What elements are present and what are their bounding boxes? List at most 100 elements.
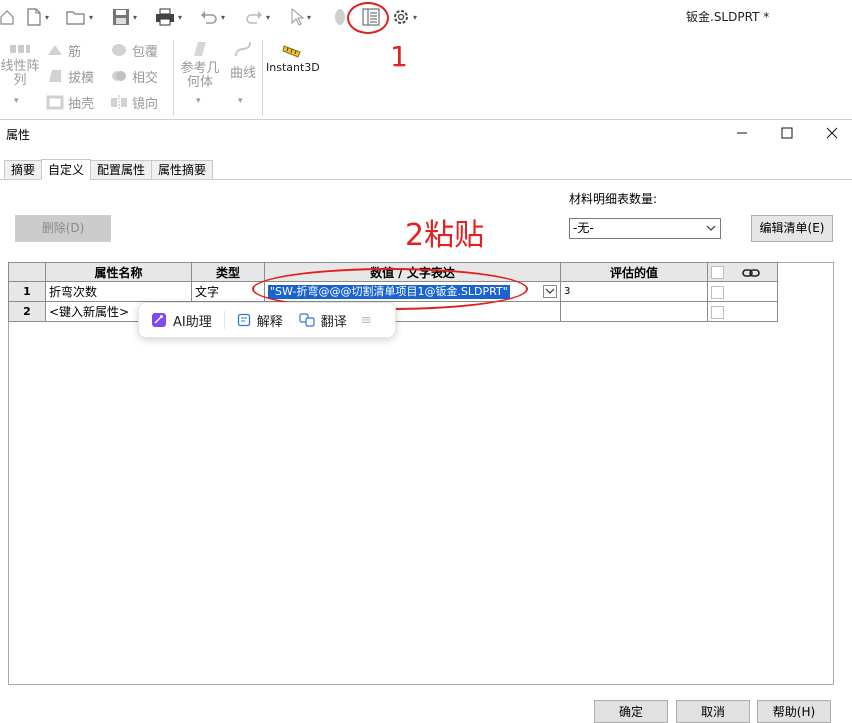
draft-button[interactable]: 拔模: [46, 64, 94, 88]
undo-icon[interactable]: ▾: [200, 6, 225, 28]
instant3d-label: Instant3D: [266, 61, 320, 74]
link-cell: [707, 301, 778, 322]
annotation-circle: [347, 2, 389, 34]
tab-summary[interactable]: 摘要: [4, 160, 43, 180]
popup-divider: [223, 311, 225, 329]
row-checkbox[interactable]: [711, 305, 724, 319]
evaluated-value-cell: [560, 301, 708, 322]
minimize-icon: [737, 132, 747, 134]
reference-geometry-icon: [194, 42, 206, 56]
shell-icon: [46, 95, 64, 110]
edit-list-button[interactable]: 编辑清单(E): [751, 215, 833, 242]
options-gear-icon[interactable]: ▾: [392, 6, 417, 28]
column-header-type[interactable]: 类型: [191, 262, 265, 282]
chevron-down-icon[interactable]: ▾: [307, 13, 311, 22]
chevron-down-icon[interactable]: ▾: [14, 96, 19, 106]
instant3d-button[interactable]: Instant3D: [266, 42, 320, 74]
bom-quantity-select[interactable]: -无-: [569, 218, 721, 239]
ai-selection-toolbar: AI助理 解释 翻译 ≡: [138, 302, 396, 338]
minimize-button[interactable]: [720, 120, 764, 146]
rebuild-icon[interactable]: [334, 6, 346, 28]
close-button[interactable]: [810, 120, 852, 146]
value-dropdown-button[interactable]: [543, 285, 557, 298]
wrap-icon: [112, 44, 126, 56]
mirror-icon: [111, 95, 127, 109]
select-all-checkbox[interactable]: [711, 266, 724, 279]
explain-button[interactable]: 解释: [237, 311, 283, 330]
document-title: 钣金.SLDPRT *: [686, 10, 770, 24]
chevron-down-icon[interactable]: ▾: [45, 13, 49, 22]
new-document-icon[interactable]: ▾: [26, 6, 49, 28]
chevron-down-icon[interactable]: ▾: [413, 13, 417, 22]
link-icon: [742, 268, 760, 277]
close-icon: [826, 127, 838, 139]
chevron-down-icon[interactable]: ▾: [266, 13, 270, 22]
draft-label: 拔模: [68, 70, 95, 86]
rib-icon: [48, 45, 62, 55]
ai-assistant-button[interactable]: AI助理: [151, 311, 212, 330]
curves-label: 曲线: [229, 66, 256, 81]
instant3d-ruler-icon: [282, 45, 301, 58]
chevron-down-icon[interactable]: ▾: [221, 13, 225, 22]
draft-icon: [49, 70, 61, 82]
link-cell: [707, 281, 778, 302]
maximize-button[interactable]: [765, 120, 809, 146]
delete-button[interactable]: 删除(D): [15, 215, 111, 242]
annotation-step-2: 2粘贴: [405, 218, 485, 253]
redo-icon[interactable]: ▾: [245, 6, 270, 28]
mirror-button[interactable]: 镜向: [110, 90, 158, 114]
intersect-label: 相交: [132, 70, 159, 86]
reference-geometry-button[interactable]: 参考几何体: [178, 40, 222, 90]
intersect-button[interactable]: 相交: [110, 64, 158, 88]
ai-sparkle-icon: [152, 313, 166, 327]
tab-properties-summary[interactable]: 属性摘要: [151, 160, 214, 180]
home-icon[interactable]: [0, 6, 14, 28]
row-number[interactable]: 1: [8, 281, 46, 302]
ok-button[interactable]: 确定: [594, 700, 668, 723]
column-header-name[interactable]: 属性名称: [45, 262, 192, 282]
curves-button[interactable]: 曲线: [226, 40, 260, 81]
translate-icon: [299, 313, 315, 327]
ai-assistant-label: AI助理: [173, 314, 212, 330]
corner-header: [8, 262, 46, 282]
quick-access-toolbar: ▾ ▾ ▾ ▾ ▾ ▾ ▾ ▾ 钣金.SLDPRT *: [0, 0, 852, 36]
help-button[interactable]: 帮助(H): [757, 700, 831, 723]
command-ribbon: 线性阵列 ▾ 筋 包覆 拔模 相交 抽壳 镜向 参考几何体 ▾ 曲线 ▾ Ins…: [0, 36, 852, 120]
column-header-link: [707, 262, 778, 282]
chevron-down-icon[interactable]: ▾: [89, 13, 93, 22]
tab-configuration-properties[interactable]: 配置属性: [90, 160, 153, 180]
column-header-evaluated[interactable]: 评估的值: [560, 262, 708, 282]
chevron-down-icon[interactable]: ▾: [133, 13, 137, 22]
shell-button[interactable]: 抽壳: [46, 90, 94, 114]
dialog-title: 属性: [6, 128, 31, 142]
chevron-down-icon[interactable]: ▾: [238, 96, 243, 106]
annotation-step-1: 1: [390, 40, 408, 73]
explain-icon: [237, 313, 250, 327]
row-number[interactable]: 2: [8, 301, 46, 322]
mirror-label: 镜向: [132, 96, 159, 112]
reference-geometry-label: 参考几何体: [180, 61, 220, 90]
ribbon-divider: [173, 40, 174, 116]
open-folder-icon[interactable]: ▾: [66, 6, 93, 28]
shell-label: 抽壳: [68, 96, 95, 112]
cancel-button[interactable]: 取消: [676, 700, 750, 723]
property-name-cell[interactable]: 折弯次数: [45, 281, 192, 302]
translate-button[interactable]: 翻译: [299, 311, 347, 330]
more-menu-icon[interactable]: ≡: [361, 313, 372, 328]
rib-button[interactable]: 筋: [46, 38, 81, 62]
tab-custom[interactable]: 自定义: [41, 159, 92, 180]
tab-strip: 摘要 自定义 配置属性 属性摘要: [4, 159, 214, 180]
linear-pattern-icon: [10, 45, 30, 53]
property-grid-area: [8, 262, 834, 685]
wrap-button[interactable]: 包覆: [110, 38, 158, 62]
chevron-down-icon[interactable]: ▾: [178, 13, 182, 22]
print-icon[interactable]: ▾: [155, 6, 182, 28]
linear-pattern-button[interactable]: 线性阵列: [0, 42, 40, 88]
wrap-label: 包覆: [132, 44, 159, 60]
translate-label: 翻译: [320, 314, 347, 330]
save-icon[interactable]: ▾: [112, 6, 137, 28]
select-cursor-icon[interactable]: ▾: [290, 6, 311, 28]
row-checkbox[interactable]: [711, 285, 724, 299]
chevron-down-icon[interactable]: ▾: [196, 96, 201, 106]
ribbon-divider: [262, 40, 263, 116]
